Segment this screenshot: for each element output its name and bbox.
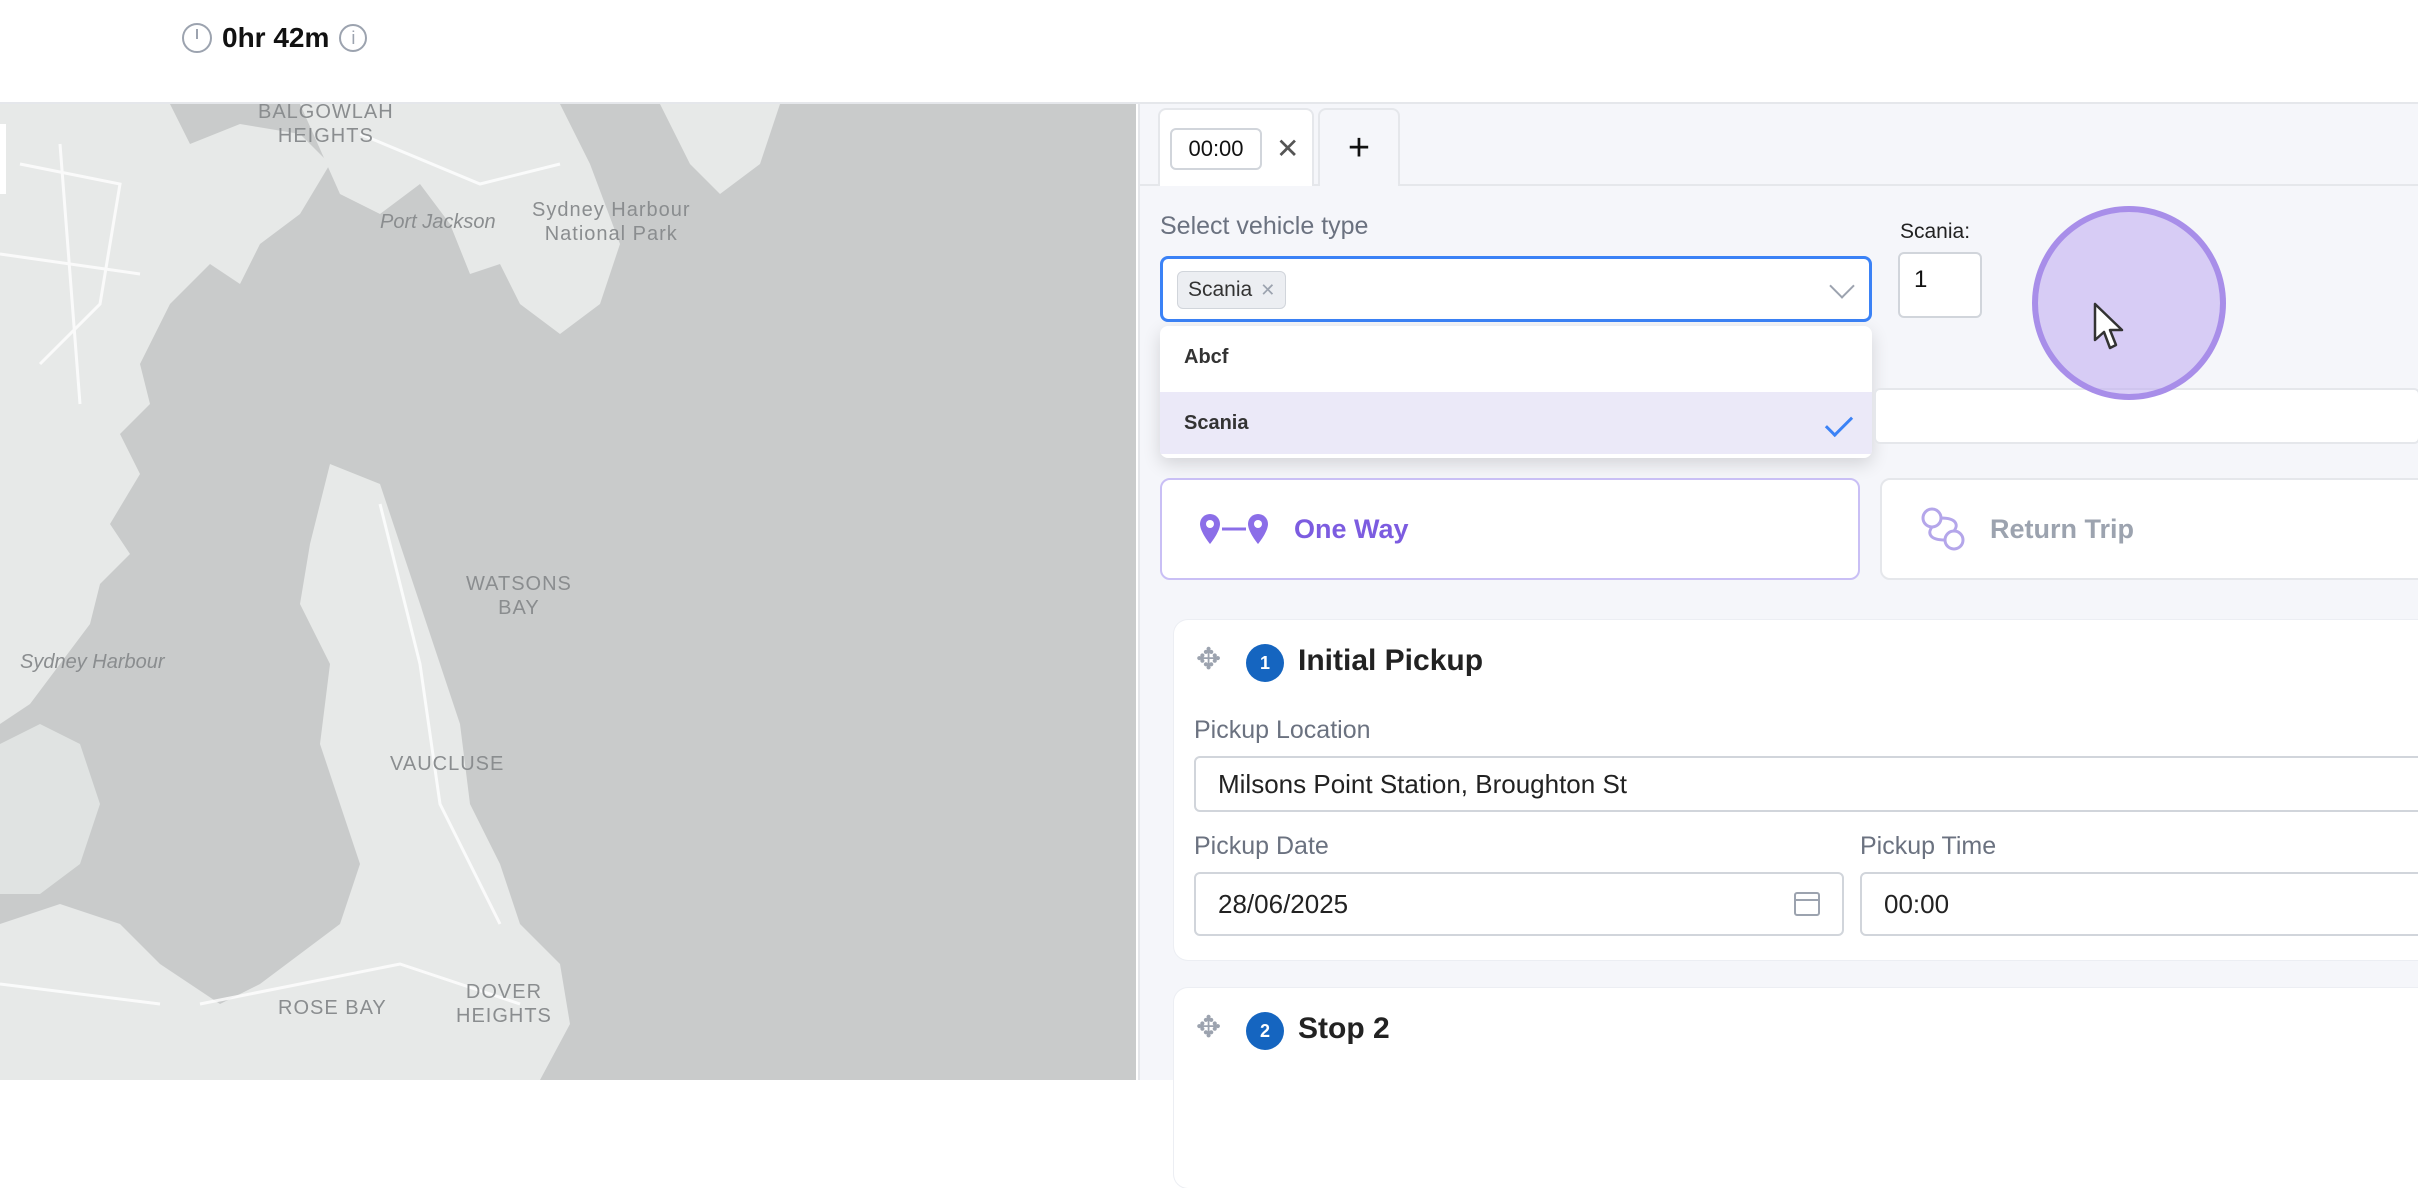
map-control-edge[interactable] (0, 124, 6, 194)
pickup-location-label: Pickup Location (1194, 716, 1371, 744)
vehicle-type-label: Select vehicle type (1160, 212, 1369, 240)
click-highlight (2032, 206, 2226, 400)
close-icon[interactable]: ✕ (1276, 132, 1299, 165)
calendar-icon[interactable] (1794, 892, 1820, 916)
stop-card-initial-pickup: ✥ 1 Initial Pickup Pickup Location Milso… (1174, 620, 2418, 960)
trip-tabs: 00:00 ✕ + (1140, 104, 2418, 186)
drag-handle-icon[interactable]: ✥ (1196, 1010, 1221, 1045)
map-label-sydney-harbour: Sydney Harbour (20, 651, 165, 673)
drag-handle-icon[interactable]: ✥ (1196, 642, 1221, 677)
vehicle-option-abcf[interactable]: Abcf (1160, 326, 1872, 388)
map-label-watsons-bay: WATSONS BAY (466, 573, 572, 619)
one-way-button[interactable]: One Way (1160, 478, 1860, 580)
vehicle-type-select[interactable]: Scania ✕ (1160, 256, 1872, 322)
pickup-time-label: Pickup Time (1860, 832, 1997, 860)
map-label-dover-heights: DOVER HEIGHTS (456, 981, 552, 1027)
map-view[interactable]: BALGOWLAH HEIGHTS Port Jackson Sydney Ha… (0, 104, 1136, 1080)
option-label: Abcf (1184, 345, 1229, 368)
add-tab-button[interactable]: + (1318, 108, 1400, 186)
trip-duration: 0hr 42m i (182, 18, 368, 58)
pickup-date-input[interactable]: 28/06/2025 (1194, 872, 1844, 936)
mouse-cursor-icon (2093, 302, 2124, 350)
option-label: Scania (1184, 411, 1249, 434)
trip-tab[interactable]: 00:00 ✕ (1158, 108, 1314, 186)
route-pins-icon (1198, 512, 1272, 546)
pickup-date-label: Pickup Date (1194, 832, 1329, 860)
return-trip-label: Return Trip (1990, 513, 2135, 544)
info-icon[interactable]: i (339, 24, 368, 52)
duration-text: 0hr 42m (222, 22, 330, 53)
map-label-vaucluse: VAUCLUSE (390, 753, 505, 775)
stop-title: Initial Pickup (1298, 644, 1484, 677)
vehicle-option-scania[interactable]: Scania (1160, 392, 1872, 454)
vehicle-qty-label: Scania: (1900, 220, 1971, 243)
pickup-location-input[interactable]: Milsons Point Station, Broughton St (1194, 756, 2418, 812)
vehicle-qty-input[interactable]: 1 (1898, 252, 1982, 318)
pickup-date-value: 28/06/2025 (1218, 888, 1349, 919)
chip-label: Scania (1188, 278, 1253, 301)
map-label-sydney-harbour-np: Sydney Harbour National Park (532, 199, 691, 245)
stop-number-badge: 1 (1246, 644, 1284, 682)
timer-icon (182, 23, 212, 53)
one-way-label: One Way (1294, 513, 1409, 544)
map-label-rose-bay: ROSE BAY (278, 997, 387, 1019)
map-label-balgowlah: BALGOWLAH HEIGHTS (258, 104, 394, 147)
top-bar: 0hr 42m i (0, 0, 2418, 104)
chevron-down-icon[interactable] (1829, 273, 1855, 299)
map-label-port-jackson: Port Jackson (380, 211, 496, 233)
return-route-icon (1918, 504, 1968, 554)
stop-title: Stop 2 (1298, 1012, 1390, 1045)
booking-panel: 00:00 ✕ + Select vehicle type Scania ✕ A… (1138, 104, 2418, 1188)
stop-number-badge: 2 (1246, 1012, 1284, 1050)
return-trip-button[interactable]: Return Trip (1880, 478, 2418, 580)
pickup-time-input[interactable]: 00:00 (1860, 872, 2418, 936)
vehicle-type-dropdown: Abcf Scania (1160, 326, 1872, 458)
trip-tab-time[interactable]: 00:00 (1170, 128, 1262, 170)
check-icon (1824, 408, 1854, 438)
stop-card-2: ✥ 2 Stop 2 (1174, 988, 2418, 1188)
selected-vehicle-chip: Scania ✕ (1177, 271, 1287, 309)
chip-remove-icon[interactable]: ✕ (1260, 280, 1275, 301)
